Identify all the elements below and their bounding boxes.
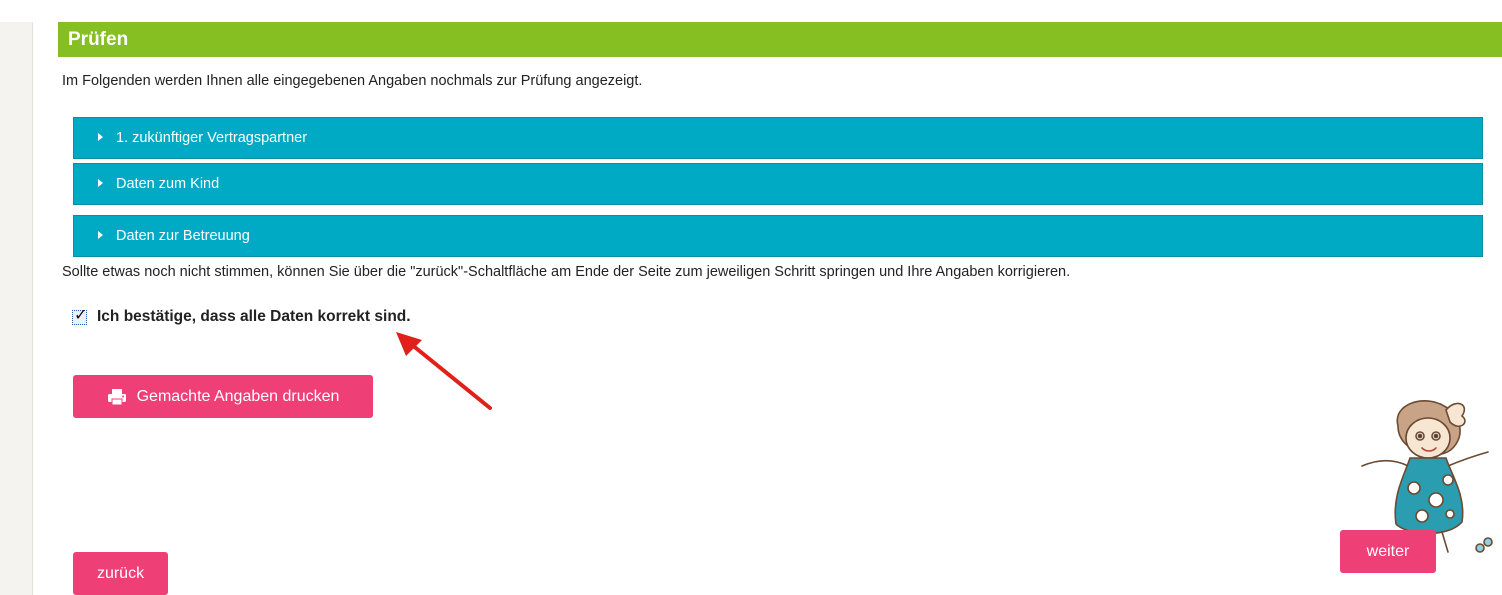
confirm-checkbox[interactable]: ✓	[72, 306, 88, 325]
accordion-label: 1. zukünftiger Vertragspartner	[116, 130, 308, 146]
panel-header: Prüfen	[58, 22, 1502, 57]
top-cut-off-strip	[0, 0, 1502, 22]
accordion-betreuung[interactable]: Daten zur Betreuung	[73, 215, 1483, 257]
intro-text: Im Folgenden werden Ihnen alle eingegebe…	[62, 73, 643, 89]
confirm-row[interactable]: ✓ Ich bestätige, dass alle Daten korrekt…	[72, 306, 411, 326]
correction-hint: Sollte etwas noch nicht stimmen, können …	[62, 264, 1071, 280]
accordion-label: Daten zum Kind	[116, 176, 220, 192]
accordion-kind[interactable]: Daten zum Kind	[73, 163, 1483, 205]
review-panel: Prüfen Im Folgenden werden Ihnen alle ei…	[58, 22, 1502, 595]
confirm-label[interactable]: Ich bestätige, dass alle Daten korrekt s…	[97, 308, 411, 326]
annotation-arrow	[396, 332, 492, 410]
caret-right-icon	[98, 133, 103, 142]
printer-icon	[107, 388, 126, 405]
caret-right-icon	[98, 231, 103, 240]
next-button[interactable]: weiter	[1340, 530, 1436, 573]
accordion-vertragspartner[interactable]: 1. zukünftiger Vertragspartner	[73, 117, 1483, 159]
accordion-label: Daten zur Betreuung	[116, 228, 250, 244]
checkmark-icon: ✓	[74, 306, 88, 324]
print-button-label: Gemachte Angaben drucken	[136, 387, 340, 405]
print-button[interactable]: Gemachte Angaben drucken	[73, 375, 373, 418]
caret-right-icon	[98, 179, 103, 188]
page-left-gutter	[0, 0, 33, 595]
back-button[interactable]: zurück	[73, 552, 168, 595]
